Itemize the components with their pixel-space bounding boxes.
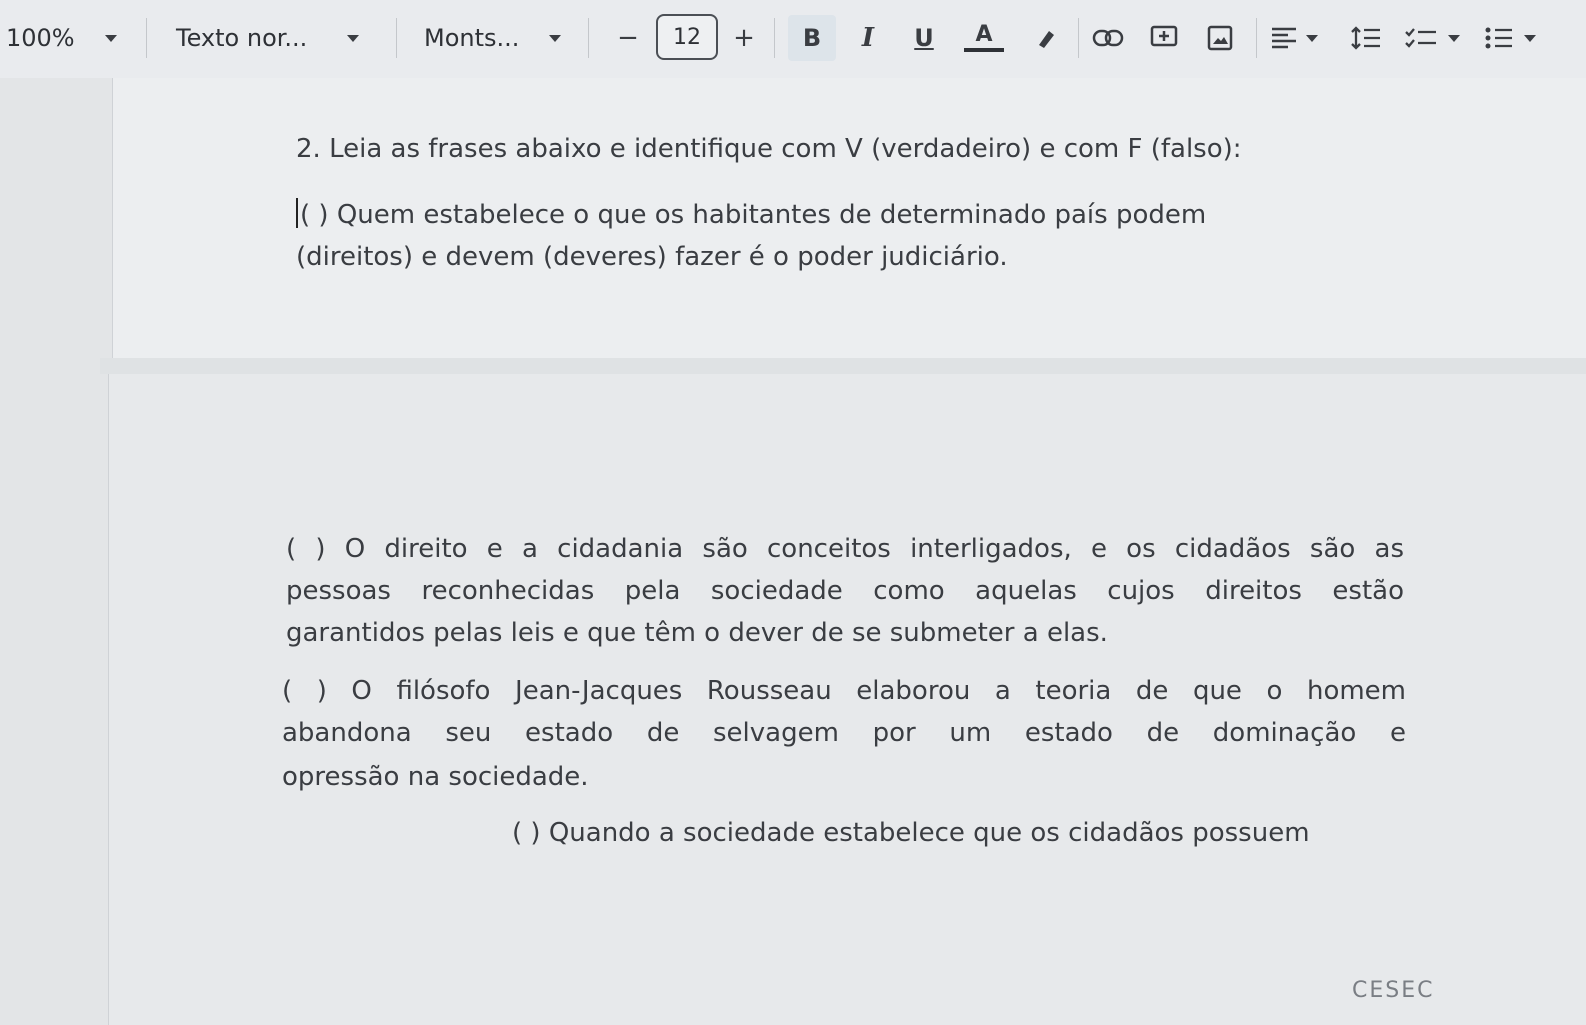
statement-1-line-2: (direitos) e devem (deveres) fazer é o p…: [296, 242, 1008, 272]
toolbar-divider: [774, 18, 775, 58]
bold-button[interactable]: B: [788, 15, 836, 61]
chevron-down-icon: [1524, 34, 1536, 42]
text-cursor: [296, 198, 298, 228]
bulleted-list-select[interactable]: [1484, 16, 1554, 60]
chevron-down-icon: [347, 34, 360, 42]
toolbar-divider: [396, 18, 397, 58]
checklist-select[interactable]: [1404, 16, 1476, 60]
highlight-color-button[interactable]: [1024, 16, 1068, 60]
decrease-font-size-button[interactable]: −: [606, 16, 650, 60]
text-color-icon: A: [975, 22, 993, 47]
image-icon: [1207, 25, 1233, 51]
font-family-value: Monts...: [424, 24, 520, 52]
paragraph-style-value: Texto nor...: [176, 24, 308, 52]
insert-link-button[interactable]: [1086, 16, 1130, 60]
align-left-icon: [1272, 27, 1296, 49]
text-color-button[interactable]: A: [962, 16, 1006, 60]
chevron-down-icon: [1448, 34, 1460, 42]
statement-3-line-1: ( ) O filósofo Jean-Jacques Rousseau ela…: [282, 676, 1406, 706]
page-break: [100, 358, 1586, 374]
question-heading: 2. Leia as frases abaixo e identifique c…: [296, 134, 1242, 164]
underline-icon: U: [914, 24, 934, 52]
footer-label: CESEC: [1352, 978, 1435, 1003]
underline-button[interactable]: U: [902, 16, 946, 60]
chevron-down-icon: [104, 34, 117, 42]
paragraph-style-select[interactable]: Texto nor...: [176, 14, 360, 62]
line-spacing-button[interactable]: [1344, 16, 1388, 60]
plus-icon: +: [733, 23, 755, 53]
italic-button[interactable]: I: [846, 16, 890, 60]
increase-font-size-button[interactable]: +: [722, 16, 766, 60]
checklist-icon: [1405, 28, 1436, 48]
minus-icon: −: [617, 23, 639, 53]
toolbar-divider: [1256, 18, 1257, 58]
text-color-swatch: [964, 48, 1004, 52]
font-size-input[interactable]: 12: [656, 14, 718, 60]
align-select[interactable]: [1270, 16, 1340, 60]
zoom-select[interactable]: 100%: [6, 14, 117, 62]
insert-image-button[interactable]: [1198, 16, 1242, 60]
statement-3-line-2: abandona seu estado de selvagem por um e…: [282, 718, 1406, 748]
add-comment-icon: [1150, 25, 1178, 47]
statement-2-line-2: pessoas reconhecidas pela sociedade como…: [286, 576, 1404, 606]
chevron-down-icon: [1306, 34, 1318, 42]
toolbar-divider: [588, 18, 589, 58]
highlighter-icon: [1039, 31, 1054, 48]
italic-icon: I: [861, 23, 875, 53]
statement-1[interactable]: ( ) Quem estabelece o que os habitantes …: [296, 194, 1206, 236]
toolbar-divider: [146, 18, 147, 58]
formatting-toolbar: 100% Texto nor... Monts... − 12 + B I U …: [0, 0, 1586, 78]
statement-4-line-1: ( ) Quando a sociedade estabelece que os…: [512, 818, 1310, 848]
link-icon: [1092, 29, 1124, 47]
toolbar-divider: [1078, 18, 1079, 58]
statement-3-line-3: opressão na sociedade.: [282, 762, 589, 792]
line-spacing-icon: [1351, 26, 1380, 50]
font-family-select[interactable]: Monts...: [424, 14, 562, 62]
insert-comment-button[interactable]: [1142, 16, 1186, 60]
statement-2-line-3: garantidos pelas leis e que têm o dever …: [286, 618, 1108, 648]
bold-icon: B: [802, 24, 822, 52]
bulleted-list-icon: [1485, 27, 1512, 49]
zoom-value: 100%: [6, 24, 75, 52]
statement-2-line-1: ( ) O direito e a cidadania são conceito…: [286, 534, 1404, 564]
chevron-down-icon: [549, 34, 562, 42]
statement-1-line-1: ( ) Quem estabelece o que os habitantes …: [300, 200, 1207, 230]
